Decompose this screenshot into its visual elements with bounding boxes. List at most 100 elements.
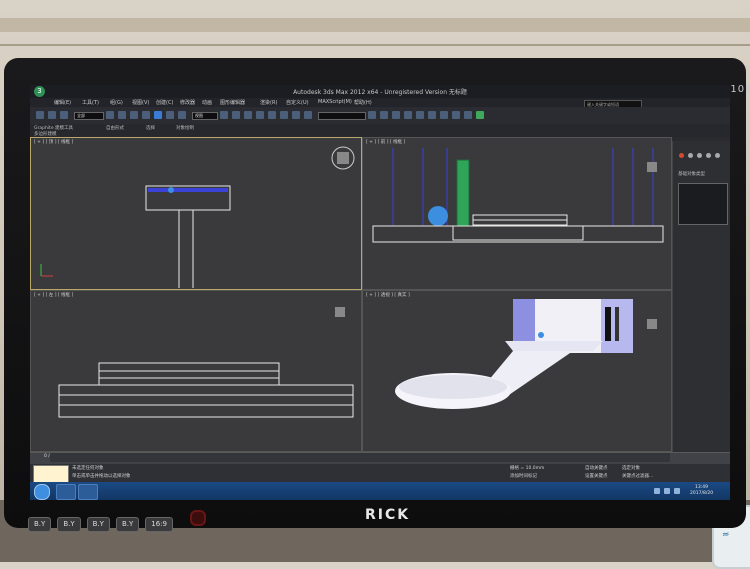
screen: 3 Autodesk 3ds Max 2012 x64 - Unregister…: [30, 85, 730, 500]
scale-icon[interactable]: [178, 111, 186, 119]
viewport-left-scene: [58, 307, 354, 418]
taskbar-clock[interactable]: 13:49 2017/8/20: [690, 485, 713, 497]
cup-logo: ≈: [721, 529, 731, 541]
viewport-front[interactable]: [ + ] [ 前 ] [ 线框 ]: [362, 137, 672, 290]
select-manipulate-icon[interactable]: [232, 111, 240, 119]
taskbar-app-3dsmax[interactable]: [78, 484, 98, 500]
menu-help[interactable]: 帮助(H): [354, 99, 372, 106]
selection-filter-dropdown[interactable]: 全部: [74, 112, 104, 120]
viewport-top-label[interactable]: [ + ] [ 顶 ] [ 线框 ]: [34, 139, 73, 145]
badge: B.Y: [28, 517, 52, 532]
viewport-front-label: [ + ] [ 前 ] [ 线框 ]: [366, 140, 406, 145]
grid-readout: 栅格 = 10.0mm: [510, 466, 545, 471]
set-key-button[interactable]: 设置关键点: [585, 473, 608, 479]
command-panel: 基础对象类型: [672, 141, 730, 452]
create-tab-icon[interactable]: [679, 153, 684, 158]
reference-coord-dropdown[interactable]: 视图: [192, 112, 218, 120]
ribbon-tab-object-paint[interactable]: 对象绘制: [176, 125, 194, 131]
link-icon[interactable]: [60, 111, 68, 119]
clock-date: 2017/8/20: [690, 491, 714, 496]
render-setup-icon[interactable]: [452, 111, 460, 119]
menu-tools[interactable]: 工具(T): [82, 99, 99, 106]
rendered-frame-icon[interactable]: [464, 111, 472, 119]
window-crossing-icon[interactable]: [142, 111, 150, 119]
viewport-top[interactable]: [ + ] [ 顶 ] [ 线框 ]: [30, 137, 362, 290]
align-icon[interactable]: [380, 111, 388, 119]
menu-create[interactable]: 创建(C): [156, 99, 173, 106]
badge: 16:9: [145, 517, 173, 532]
flag-icon[interactable]: [674, 488, 680, 494]
viewport-perspective[interactable]: [ + ] [ 透视 ] [ 真实 ]: [362, 290, 672, 452]
title-bar: 3 Autodesk 3ds Max 2012 x64 - Unregister…: [30, 85, 730, 98]
curve-editor-icon[interactable]: [416, 111, 424, 119]
selection-status: 未选定任何对象: [72, 466, 104, 471]
menu-graph-editors[interactable]: 图形编辑器: [220, 99, 245, 106]
select-by-name-icon[interactable]: [118, 111, 126, 119]
key-filters-button[interactable]: 关键点过滤器...: [622, 473, 653, 479]
render-production-icon[interactable]: [476, 111, 484, 119]
material-editor-icon[interactable]: [440, 111, 448, 119]
menu-rendering[interactable]: 渲染(R): [260, 99, 277, 106]
menu-modifiers[interactable]: 修改器: [180, 99, 195, 106]
snaps-toggle-icon[interactable]: [256, 111, 264, 119]
named-selection-sets-field[interactable]: [318, 112, 366, 120]
viewport-perspective-label: [ + ] [ 透视 ] [ 真实 ]: [366, 293, 410, 298]
keyboard-shortcut-icon[interactable]: [244, 111, 252, 119]
menu-animation[interactable]: 动画: [202, 99, 212, 106]
status-bar: 未选定任何对象 单击或单击并拖动以选择对象 添加时间标记 栅格 = 10.0mm…: [30, 464, 730, 483]
menu-group[interactable]: 组(G): [110, 99, 123, 106]
power-button[interactable]: [190, 510, 206, 526]
badge: B.Y: [115, 517, 140, 532]
modifier-stack-area[interactable]: [678, 183, 728, 225]
wall-line: [0, 44, 750, 46]
prompt-line: 单击或单击并拖动以选择对象: [72, 474, 131, 479]
track-bar[interactable]: [50, 453, 670, 462]
auto-key-button[interactable]: 自动关键点: [585, 465, 608, 471]
menu-customize[interactable]: 自定义(U): [286, 99, 309, 106]
menu-views[interactable]: 视图(V): [132, 99, 149, 106]
main-toolbar: 全部 视图: [30, 107, 730, 124]
motion-tab-icon[interactable]: [706, 153, 711, 158]
maxscript-listener[interactable]: [33, 465, 69, 483]
start-button[interactable]: [34, 484, 50, 500]
menu-maxscript[interactable]: MAXScript(M): [318, 99, 352, 105]
viewport-perspective-scene: [395, 299, 657, 409]
badge: B.Y: [86, 517, 110, 532]
window-title: Autodesk 3ds Max 2012 x64 - Unregistered…: [293, 89, 467, 96]
viewport-left-label: [ + ] [ 左 ] [ 线框 ]: [34, 293, 74, 298]
undo-icon[interactable]: [36, 111, 44, 119]
viewport-left[interactable]: [ + ] [ 左 ] [ 线框 ]: [30, 290, 362, 452]
monitor-badges: B.Y B.Y B.Y B.Y 16:9: [28, 511, 179, 532]
selected-dropdown[interactable]: 选定对象: [622, 465, 640, 471]
modify-tab-icon[interactable]: [688, 153, 693, 158]
taskbar-app-browser[interactable]: [56, 484, 76, 500]
pivot-icon[interactable]: [220, 111, 228, 119]
graphite-toggle-icon[interactable]: [404, 111, 412, 119]
schematic-view-icon[interactable]: [428, 111, 436, 119]
select-object-icon[interactable]: [106, 111, 114, 119]
spinner-snap-icon[interactable]: [292, 111, 300, 119]
angle-snap-icon[interactable]: [268, 111, 276, 119]
volume-icon[interactable]: [664, 488, 670, 494]
taskbar: 13:49 2017/8/20: [30, 482, 730, 500]
ribbon-tab-selection[interactable]: 选择: [146, 125, 155, 131]
rectangular-selection-icon[interactable]: [130, 111, 138, 119]
move-icon[interactable]: [154, 111, 162, 119]
network-icon[interactable]: [654, 488, 660, 494]
ribbon-tab-freeform[interactable]: 自由形式: [106, 125, 124, 131]
display-tab-icon[interactable]: [715, 153, 720, 158]
viewport-top-scene: [40, 146, 355, 288]
object-type-label: 基础对象类型: [678, 172, 705, 177]
named-selection-icon[interactable]: [304, 111, 312, 119]
hierarchy-tab-icon[interactable]: [697, 153, 702, 158]
badge: B.Y: [57, 517, 81, 532]
monitor-brand-label: RICK: [365, 507, 411, 523]
mirror-icon[interactable]: [368, 111, 376, 119]
layer-manager-icon[interactable]: [392, 111, 400, 119]
redo-icon[interactable]: [48, 111, 56, 119]
percent-snap-icon[interactable]: [280, 111, 288, 119]
rotate-icon[interactable]: [166, 111, 174, 119]
wall-band: [0, 18, 750, 32]
menu-edit[interactable]: 编辑(E): [54, 99, 71, 106]
add-time-tag[interactable]: 添加时间标记: [510, 473, 537, 479]
